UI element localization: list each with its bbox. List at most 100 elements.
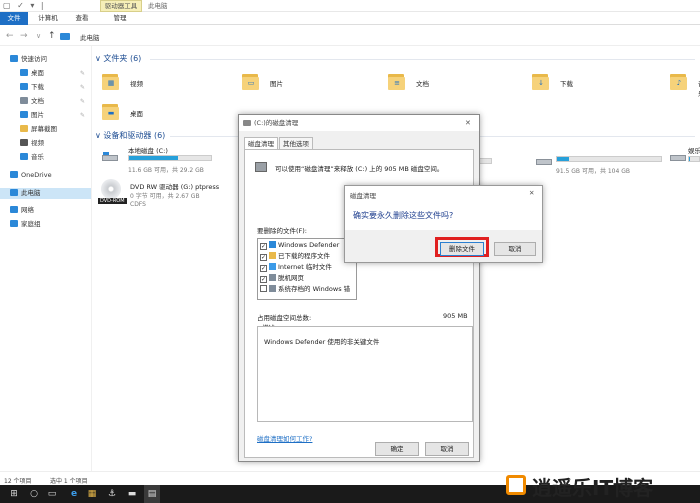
file-list-item[interactable]: ✓ 已下载的程序文件 — [260, 251, 330, 262]
file-list-item[interactable]: ✓ Internet 临时文件 — [260, 262, 332, 273]
sidebar-item-label: 文档 — [31, 97, 44, 105]
dialog-titlebar: (C:)的磁盘清理 ✕ — [239, 115, 479, 131]
back-arrow-icon[interactable]: ← — [6, 26, 14, 46]
sidebar-item-8[interactable]: OneDrive — [10, 170, 52, 181]
recent-dropdown-icon[interactable]: ∨ — [36, 26, 41, 46]
forward-arrow-icon[interactable]: → — [20, 26, 28, 46]
title-bar: ▢ ✓ ▾ | 驱动器工具 此电脑 — [0, 0, 700, 12]
navigation-pane: 快速访问 桌面 ✎ 下载 ✎ 文档 ✎ 图片 ✎ 屏幕截图 视频 音乐 OneDrive 此电脑 网络 家庭组 — [0, 46, 91, 471]
delete-files-button[interactable]: 删除文件 — [440, 242, 484, 256]
ok-button[interactable]: 确定 — [375, 442, 419, 456]
sidebar-item-2[interactable]: 下载 — [20, 82, 44, 93]
store-icon[interactable]: ⚓ — [104, 485, 120, 503]
network-icon — [10, 206, 18, 213]
drive-usage-bar — [128, 155, 212, 161]
description-text: Windows Defender 使用的非关键文件 — [264, 338, 380, 346]
file-list-item[interactable]: ✓ 脱机网页 — [260, 273, 304, 284]
how-cleanup-works-link[interactable]: 磁盘清理如何工作? — [257, 433, 312, 443]
breadcrumb[interactable]: 此电脑 — [80, 32, 100, 42]
sidebar-item-9[interactable]: 此电脑 — [0, 188, 91, 199]
sidebar-item-10[interactable]: 网络 — [10, 205, 34, 216]
music-folder-icon: ♪ — [670, 72, 688, 90]
sidebar-item-3[interactable]: 文档 — [20, 96, 44, 107]
watermark-text: 逍遥乐IT博客 — [532, 476, 654, 500]
drive-label: 娱乐 (F:) — [688, 147, 700, 155]
folder-label: 视频 — [130, 80, 143, 88]
tab-computer[interactable]: 计算机 — [34, 12, 62, 25]
explorer-icon[interactable]: ▦ — [84, 485, 100, 503]
file-list-item[interactable]: ✓ Windows Defender — [260, 240, 339, 251]
checkbox[interactable] — [260, 285, 267, 292]
sidebar-item-6[interactable]: 视频 — [20, 138, 44, 149]
checkbox[interactable]: ✓ — [260, 265, 267, 272]
folder-label: 桌面 — [130, 110, 143, 118]
watermark-logo: 逍遥乐IT博客 — [500, 470, 700, 503]
desktop-folder-icon: ▬ — [102, 102, 120, 120]
confirm-cancel-button[interactable]: 取消 — [494, 242, 536, 256]
selection-count: 选中 1 个项目 — [50, 478, 88, 485]
ribbon-tabs: 文件 计算机 查看 管理 — [0, 12, 700, 25]
tab-file[interactable]: 文件 — [0, 12, 28, 25]
app-icon[interactable]: ▬ — [124, 485, 140, 503]
file-list-item[interactable]: 系统存档的 Windows 错 — [260, 284, 350, 295]
brand-logo-icon — [506, 475, 526, 495]
cleanup-intro: 可以使用“磁盘清理”来释放 (C:) 上的 905 MB 磁盘空间。 — [275, 165, 444, 173]
quick-access-toolbar[interactable]: ▢ ✓ ▾ | — [3, 1, 46, 10]
folder-label: 图片 — [270, 80, 283, 88]
close-icon[interactable]: ✕ — [465, 115, 471, 131]
sidebar-item-7[interactable]: 音乐 — [20, 152, 44, 163]
pin-icon: ✎ — [80, 70, 86, 77]
file-type-icon — [269, 241, 276, 248]
sidebar-item-11[interactable]: 家庭组 — [10, 219, 41, 230]
desktop-icon — [20, 69, 28, 76]
confirm-title: 磁盘清理 — [350, 192, 376, 200]
dvd-filesystem: CDFS — [130, 201, 146, 208]
sidebar-item-label: 屏幕截图 — [31, 125, 57, 133]
edge-icon[interactable]: e — [66, 485, 82, 503]
drive-label: 本地磁盘 (C:) — [128, 147, 168, 155]
files-list[interactable]: ✓ Windows Defender ✓ 已下载的程序文件 ✓ Internet 临时文件… — [257, 238, 357, 300]
onedrive-icon — [10, 171, 18, 178]
sidebar-item-label: 家庭组 — [21, 220, 41, 228]
video-folder-icon: ▦ — [102, 72, 120, 90]
window-title: 此电脑 — [148, 2, 168, 10]
video-icon — [20, 139, 28, 146]
documents-folder-icon: ≡ — [388, 72, 406, 90]
drive-usage-bar — [556, 156, 662, 162]
sidebar-item-label: 下载 — [31, 83, 44, 91]
sidebar-item-label: 快速访问 — [21, 55, 47, 63]
star-icon — [10, 55, 18, 62]
cancel-button[interactable]: 取消 — [425, 442, 469, 456]
confirm-delete-dialog: 磁盘清理 ✕ 确实要永久删除这些文件吗? 删除文件 取消 — [344, 185, 543, 263]
homegroup-icon — [10, 220, 18, 227]
dvd-label: DVD RW 驱动器 (G:) ptpress — [130, 183, 220, 191]
tab-manage[interactable]: 管理 — [108, 12, 132, 25]
sidebar-item-4[interactable]: 图片 — [20, 110, 44, 121]
drive-tools-context-tab[interactable]: 驱动器工具 — [100, 0, 142, 12]
checkbox[interactable]: ✓ — [260, 276, 267, 283]
search-icon[interactable]: ○ — [26, 485, 42, 503]
up-arrow-icon[interactable]: ↑ — [48, 26, 56, 46]
task-view-icon[interactable]: ▭ — [44, 485, 60, 503]
sidebar-item-label: 桌面 — [31, 69, 44, 77]
pin-icon: ✎ — [80, 98, 86, 105]
computer-icon — [10, 189, 18, 196]
tab-view[interactable]: 查看 — [70, 12, 94, 25]
drive-icon — [536, 156, 552, 166]
close-icon[interactable]: ✕ — [529, 189, 534, 197]
pictures-folder-icon: ▭ — [242, 72, 260, 90]
drives-group-header[interactable]: ∨ 设备和驱动器 (6) — [95, 130, 165, 141]
sidebar-item-1[interactable]: 桌面 — [20, 68, 44, 79]
downloads-folder-icon: ↓ — [532, 72, 550, 90]
sidebar-item-label: OneDrive — [21, 171, 52, 179]
folders-group-header[interactable]: ∨ 文件夹 (6) — [95, 53, 141, 64]
music-icon — [20, 153, 28, 160]
disk-cleanup-taskbar-icon[interactable]: ▤ — [144, 485, 160, 503]
drive-free-space: 91.5 GB 可用，共 104 GB — [556, 168, 630, 175]
sidebar-item-0[interactable]: 快速访问 — [10, 54, 47, 65]
checkbox[interactable]: ✓ — [260, 254, 267, 261]
checkbox[interactable]: ✓ — [260, 243, 267, 250]
drive-icon — [670, 152, 686, 162]
sidebar-item-5[interactable]: 屏幕截图 — [20, 124, 57, 135]
start-icon[interactable]: ⊞ — [6, 485, 22, 503]
